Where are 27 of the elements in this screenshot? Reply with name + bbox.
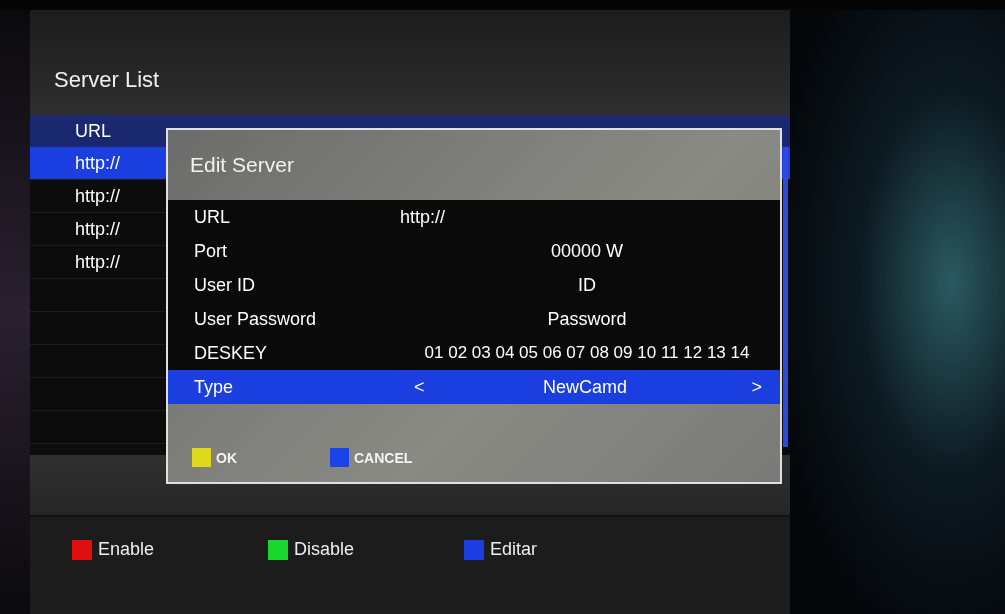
field-value: http:// bbox=[400, 206, 447, 228]
button-label[interactable]: OK bbox=[216, 449, 237, 466]
field-value: 01 02 03 04 05 06 07 08 09 10 11 12 13 14 bbox=[423, 343, 751, 363]
field-value: ID bbox=[577, 274, 597, 296]
field-label: DESKEY bbox=[193, 342, 269, 364]
field-value: Password bbox=[546, 308, 628, 330]
field-row[interactable]: User ID ID bbox=[168, 268, 780, 302]
screen-title: Server List bbox=[54, 67, 160, 93]
field-label: Type bbox=[193, 376, 235, 398]
field-label: User Password bbox=[193, 308, 318, 330]
prev-arrow[interactable]: < bbox=[414, 376, 425, 398]
field-value: 00000 W bbox=[549, 240, 624, 262]
field-row[interactable]: URL http:// bbox=[168, 200, 780, 234]
legend-label: Disable bbox=[294, 539, 355, 560]
next-arrow[interactable]: > bbox=[751, 376, 762, 398]
field-label: Port bbox=[193, 240, 228, 262]
field-label: User ID bbox=[193, 274, 256, 296]
field-row[interactable]: DESKEY 01 02 03 04 05 06 07 08 09 10 11 12 13 14 bbox=[168, 336, 780, 370]
field-row[interactable]: Type < NewCamd > bbox=[168, 370, 780, 404]
dialog-title: Edit Server bbox=[190, 153, 294, 177]
field-row[interactable]: User Password Password bbox=[168, 302, 780, 336]
scrollbar[interactable] bbox=[783, 147, 788, 447]
field-row[interactable]: Port 00000 W bbox=[168, 234, 780, 268]
field-label: URL bbox=[193, 206, 231, 228]
legend-label: Enable bbox=[98, 539, 155, 560]
legend-label: Editar bbox=[490, 539, 538, 560]
field-value: NewCamd bbox=[542, 376, 628, 398]
